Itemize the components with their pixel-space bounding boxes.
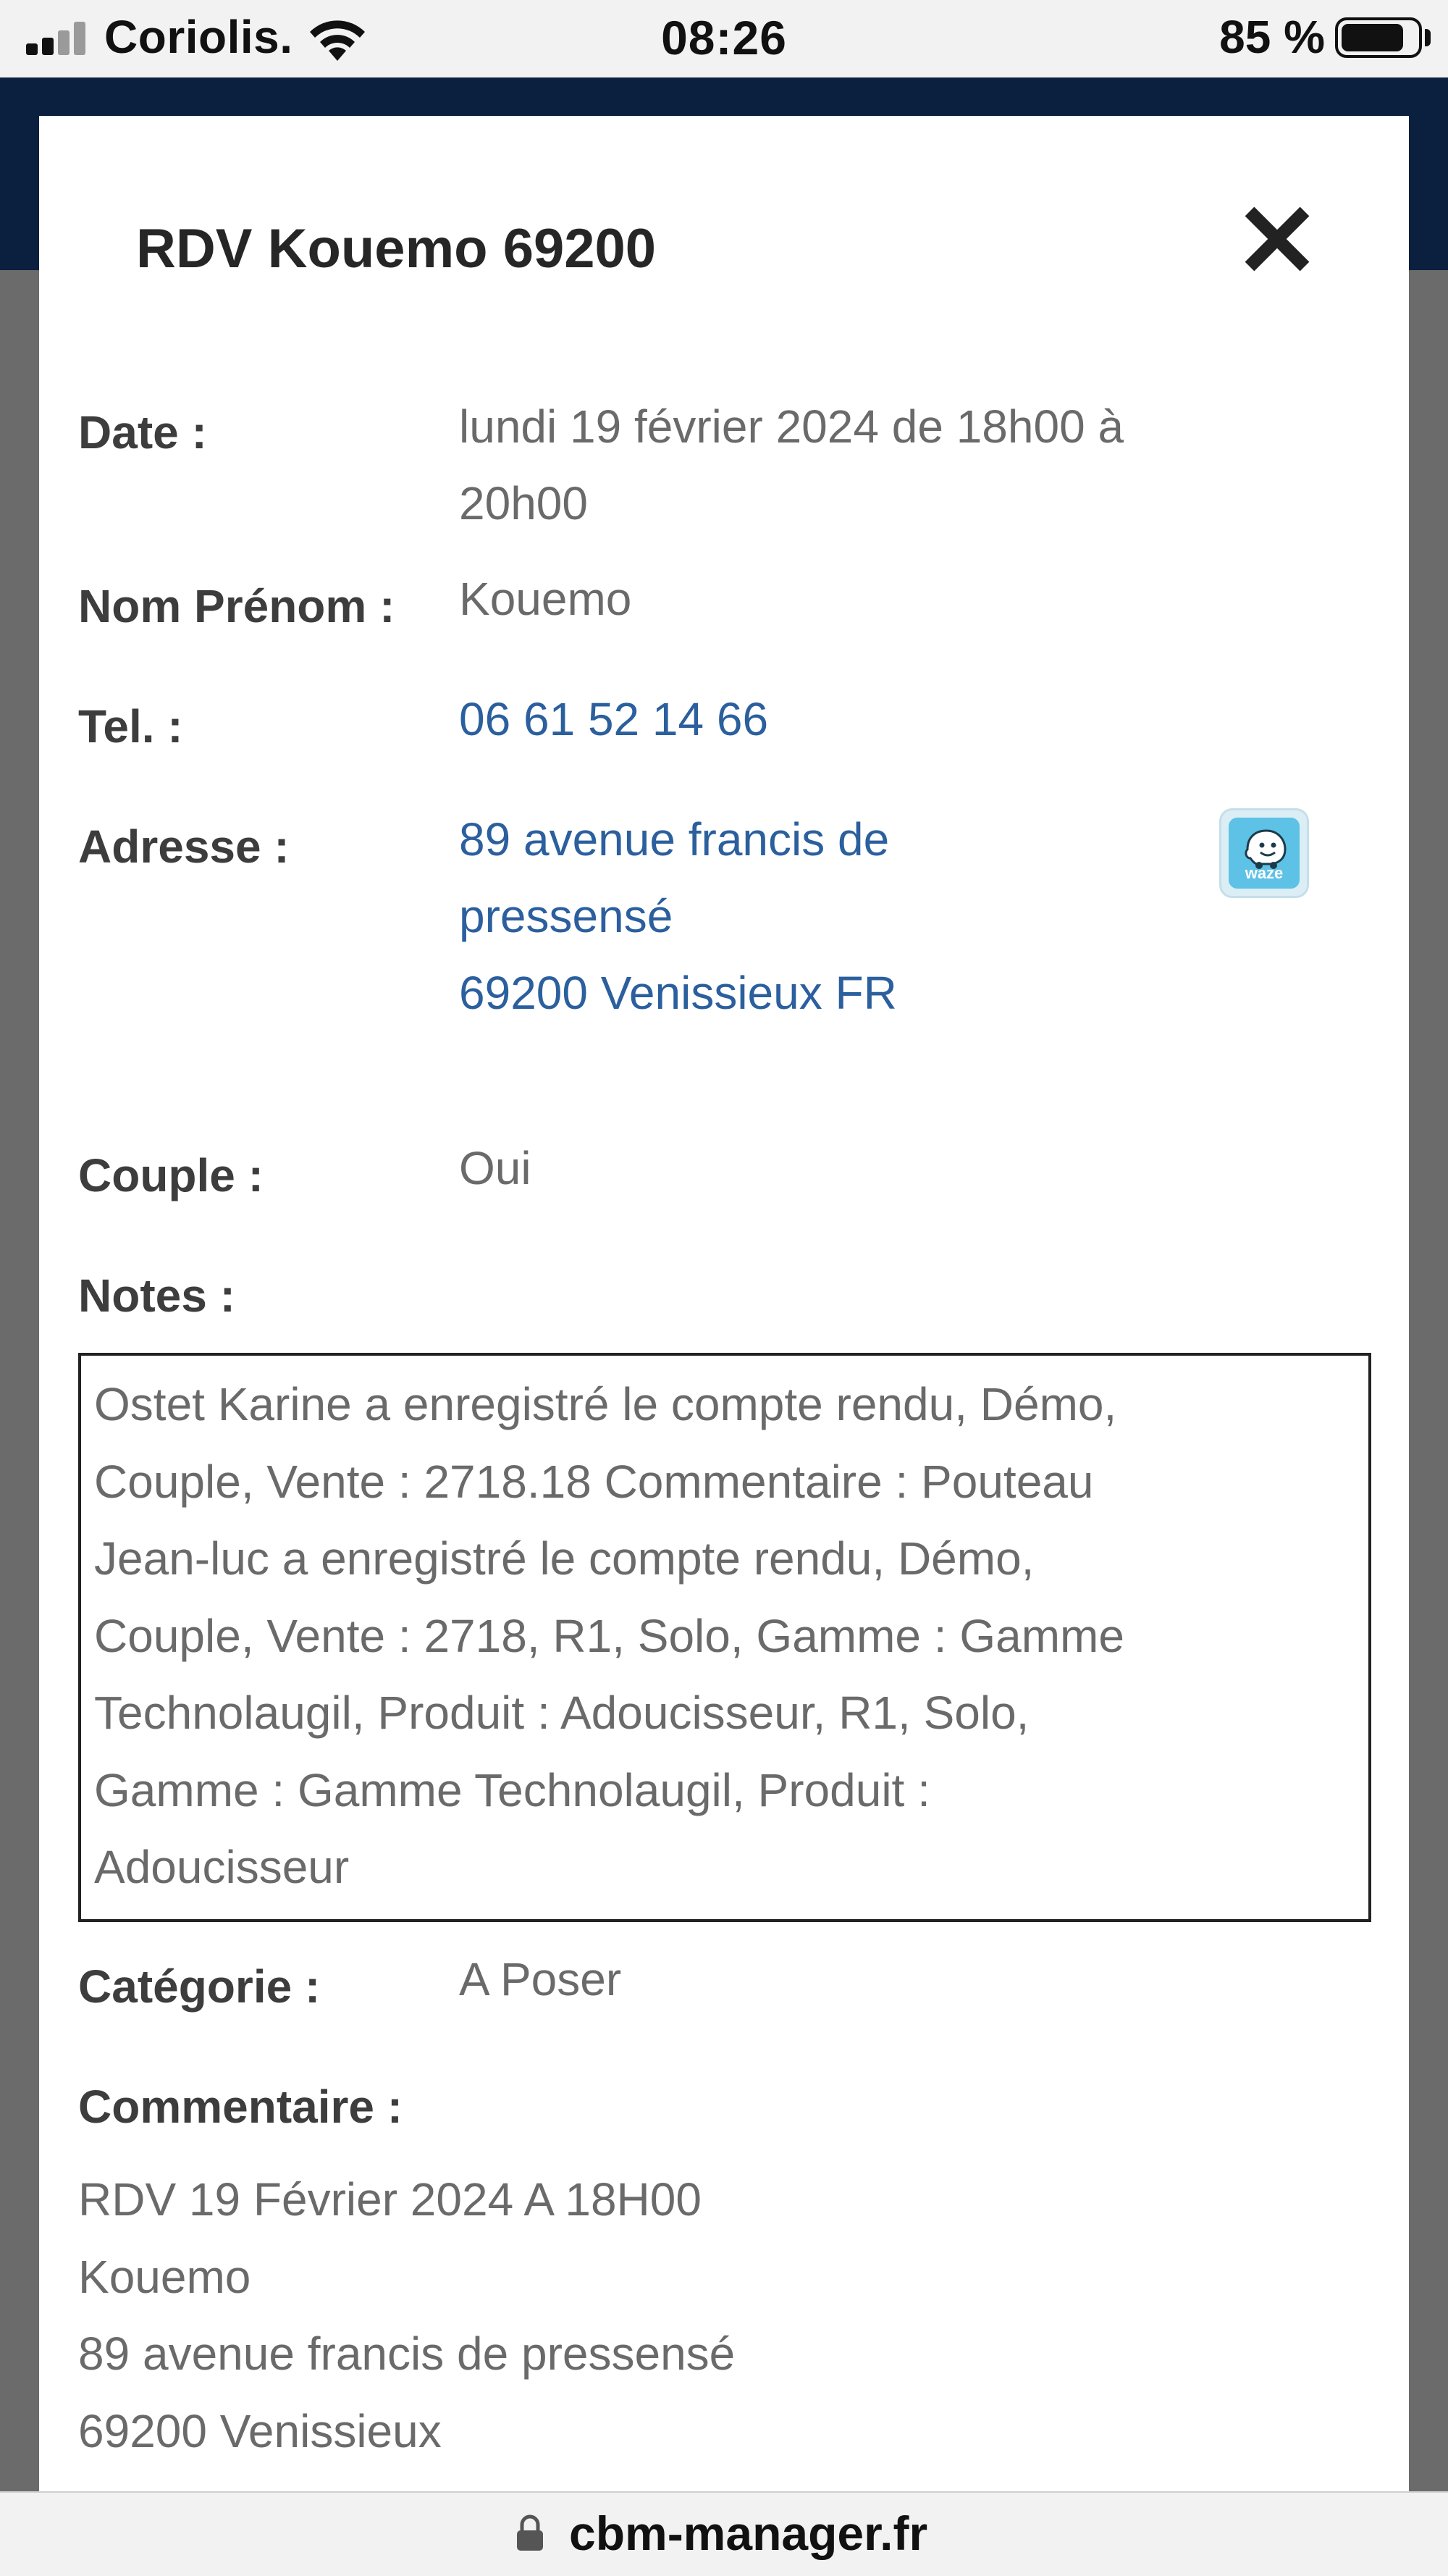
address-link[interactable]: 89 avenue francis de pressensé 69200 Ven… <box>459 801 897 1031</box>
date-line: lundi 19 février 2024 de 18h00 à <box>459 400 1124 453</box>
comment-label: Commentaire : <box>78 2081 403 2133</box>
category-label: Catégorie : <box>78 1960 321 2013</box>
url-domain: cbm-manager.fr <box>569 2506 928 2560</box>
url-bar[interactable]: cbm-manager.fr <box>0 2491 1448 2576</box>
date-line: 20h00 <box>459 477 588 529</box>
waze-icon: waze <box>1229 818 1300 889</box>
comment-line: 89 avenue francis de pressensé <box>78 2328 736 2380</box>
waze-label: waze <box>1245 864 1284 882</box>
notes-line: Gamme : Gamme Technolaugil, Produit : <box>94 1763 930 1816</box>
lock-icon <box>517 2514 543 2551</box>
notes-line: Jean-luc a enregistré le compte rendu, D… <box>94 1532 1035 1585</box>
close-button[interactable] <box>1234 196 1321 282</box>
battery-fill <box>1342 24 1404 51</box>
address-line: 89 avenue francis de <box>459 813 890 865</box>
battery-icon <box>1335 17 1422 58</box>
name-label: Nom Prénom : <box>78 580 395 632</box>
phone-link[interactable]: 06 61 52 14 66 <box>459 681 768 758</box>
address-line: pressensé <box>459 890 673 942</box>
couple-label: Couple : <box>78 1149 264 1201</box>
category-value: A Poser <box>459 1953 622 2005</box>
battery-tip <box>1425 29 1431 46</box>
name-value: Kouemo <box>459 573 632 625</box>
notes-line: Adoucisseur <box>94 1841 350 1893</box>
comment-text: RDV 19 Février 2024 A 18H00 Kouemo 89 av… <box>78 2161 735 2470</box>
notes-label: Notes : <box>78 1270 235 1322</box>
modal-title: RDV Kouemo 69200 <box>136 218 657 280</box>
battery-percent: 85 % <box>1219 11 1325 63</box>
date-label: Date : <box>78 406 207 458</box>
tel-label: Tel. : <box>78 700 183 752</box>
comment-line: 69200 Venissieux <box>78 2404 442 2457</box>
notes-line: Ostet Karine a enregistré le compte rend… <box>94 1378 1117 1430</box>
waze-button[interactable]: waze <box>1219 808 1309 898</box>
couple-value: Oui <box>459 1142 531 1194</box>
notes-box: Ostet Karine a enregistré le compte rend… <box>78 1353 1371 1922</box>
comment-line: RDV 19 Février 2024 A 18H00 <box>78 2173 702 2225</box>
close-icon <box>1245 206 1310 272</box>
notes-line: Couple, Vente : 2718.18 Commentaire : Po… <box>94 1455 1094 1508</box>
comment-line: Kouemo <box>78 2250 251 2303</box>
notes-line: Technolaugil, Produit : Adoucisseur, R1,… <box>94 1687 1030 1739</box>
status-bar: Coriolis. 08:26 85 % <box>0 0 1448 77</box>
appointment-modal: RDV Kouemo 69200 Date : lundi 19 février… <box>39 116 1409 2491</box>
notes-line: Couple, Vente : 2718, R1, Solo, Gamme : … <box>94 1609 1124 1662</box>
address-label: Adresse : <box>78 821 290 873</box>
address-line: 69200 Venissieux FR <box>459 967 897 1019</box>
date-value: lundi 19 février 2024 de 18h00 à 20h00 <box>459 388 1124 542</box>
